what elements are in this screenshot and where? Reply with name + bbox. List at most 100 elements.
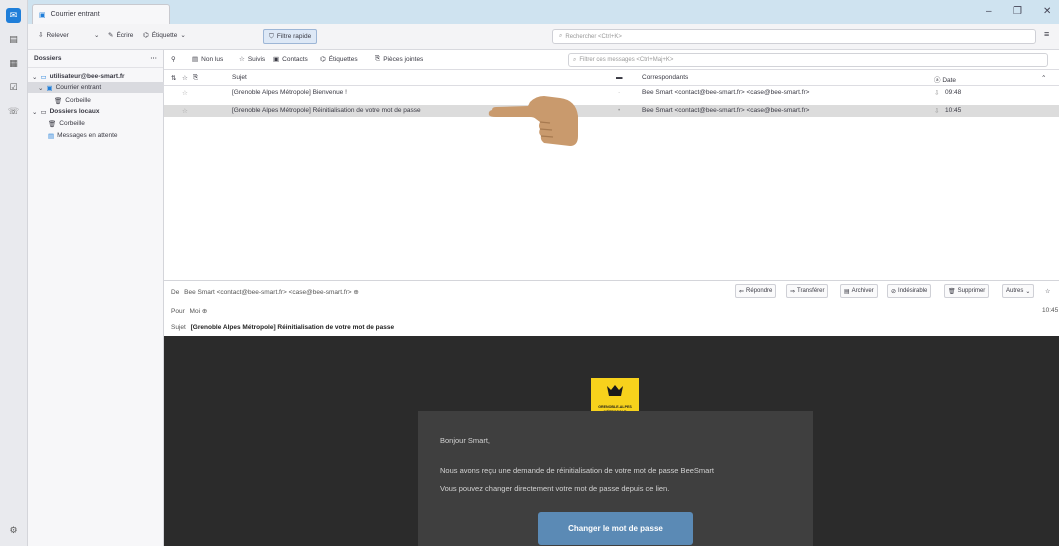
local-trash-label: Corbeille	[59, 120, 85, 127]
to-line: Pour Moi ⊕	[171, 307, 207, 315]
more-button[interactable]: Autres ⌄	[1002, 284, 1035, 298]
message-header-pane: De Bee Smart <contact@bee-smart.fr> <cas…	[164, 280, 1059, 336]
reply-label: Répondre	[746, 288, 773, 294]
folder-pane-title: Dossiers	[34, 55, 62, 62]
forward-button[interactable]: ⇒ Transférer	[786, 284, 829, 298]
calendar-icon[interactable]: ▦	[6, 56, 21, 71]
settings-gear-icon[interactable]: ⚙	[6, 523, 21, 538]
date-column-header[interactable]: ⓐ Date	[934, 74, 956, 84]
read-dot-icon[interactable]: ·	[618, 89, 620, 96]
subject-label: Sujet	[171, 324, 186, 331]
trash-icon: 🗑	[948, 288, 956, 295]
starred-label: Suivis	[247, 55, 266, 63]
search-icon: ⌕	[573, 56, 577, 63]
folder-local-trash[interactable]: 🗑 Corbeille	[48, 118, 85, 129]
folder-icon: ▭	[40, 108, 47, 116]
forward-icon: ⇒	[790, 288, 796, 295]
filter-attachments-button[interactable]: ⎘ Pièces jointes	[375, 55, 423, 63]
write-button[interactable]: ✎ Écrire	[108, 31, 133, 40]
attachment-column-icon[interactable]: ⎘	[193, 74, 198, 82]
filter-tags-button[interactable]: ⌬ Étiquettes	[320, 55, 358, 64]
from-value[interactable]: Bee Smart <contact@bee-smart.fr> <case@b…	[184, 289, 351, 296]
star-icon[interactable]: ☆	[182, 107, 188, 115]
unread-label: Non lus	[201, 55, 224, 63]
mail-space-icon[interactable]: ✉	[6, 8, 21, 23]
more-options-icon[interactable]: ···	[151, 55, 158, 62]
paperclip-icon: ⎘	[375, 55, 381, 62]
restore-button[interactable]: ❐	[1013, 6, 1022, 17]
reply-button[interactable]: ⇐ Répondre	[735, 284, 777, 298]
message-subject: [Grenoble Alpes Métropole] Bienvenue !	[232, 89, 347, 96]
outbox-label: Messages en attente	[57, 132, 118, 139]
read-status-column-icon[interactable]: ▬	[616, 74, 623, 81]
junk-icon: ⊘	[891, 288, 897, 295]
filter-icon: ⛉	[269, 32, 274, 40]
address-book-icon[interactable]: ▤	[6, 32, 21, 47]
inbox-icon: ▣	[39, 11, 46, 19]
tasks-icon[interactable]: ☑	[6, 80, 21, 95]
folder-outbox[interactable]: ▤ Messages en attente	[48, 130, 118, 141]
subject-column-header[interactable]: Sujet	[232, 74, 247, 81]
read-dot-icon[interactable]: •	[618, 107, 620, 114]
chevron-down-icon: ⌄	[32, 108, 38, 116]
message-subject: [Grenoble Alpes Métropole] Réinitialisat…	[232, 107, 421, 114]
quick-filter-button[interactable]: ⛉ Filtre rapide	[263, 29, 318, 44]
contact-info-icon[interactable]: ⊕	[202, 308, 207, 315]
star-icon[interactable]: ☆	[182, 89, 188, 97]
get-messages-dropdown[interactable]: ⌄	[94, 31, 99, 39]
pin-icon[interactable]: ⚲	[171, 55, 176, 63]
thread-column-icon[interactable]: ⇅	[171, 74, 176, 82]
chevron-down-icon: ⌄	[94, 32, 100, 39]
correspondents-column-header[interactable]: Correspondants	[642, 74, 688, 81]
filter-starred-button[interactable]: ☆ Suivis	[239, 55, 266, 64]
message-date: 10:45	[945, 107, 962, 114]
app-menu-icon[interactable]: ≡	[1044, 29, 1049, 39]
column-picker-icon[interactable]: ⌃	[1041, 74, 1046, 82]
from-label: De	[171, 289, 180, 296]
message-time: 10:45	[1042, 307, 1059, 314]
folder-trash[interactable]: 🗑 Corbeille	[54, 95, 91, 106]
logo-text-1: GRENOBLE-ALPES	[598, 405, 632, 409]
quick-filter-label: Filtre rapide	[276, 33, 312, 40]
message-row[interactable]: ☆ [Grenoble Alpes Métropole] Réinitialis…	[164, 105, 1059, 117]
delete-button[interactable]: 🗑 Supprimer	[944, 284, 990, 298]
filter-contacts-button[interactable]: ▣ Contacts	[273, 55, 308, 64]
junk-button[interactable]: ⊘ Indésirable	[887, 284, 932, 298]
message-filter-input[interactable]: ⌕ Filtrer ces messages <Ctrl+Maj+K>	[568, 53, 1048, 67]
get-messages-button[interactable]: ⇩ Relever	[38, 31, 69, 40]
date-label: Date	[942, 77, 957, 84]
tag-icon: ⌬	[320, 56, 326, 63]
pencil-icon: ✎	[108, 32, 114, 39]
archive-button[interactable]: ▤ Archiver	[840, 284, 878, 298]
message-date: 09:48	[945, 89, 962, 96]
chevron-down-icon: ⌄	[32, 73, 38, 81]
folder-account[interactable]: ⌄ ▭ utilisateur@bee-smart.fr	[32, 71, 125, 82]
unread-icon: ▤	[192, 56, 199, 63]
search-placeholder: Rechercher <Ctrl+K>	[565, 33, 622, 40]
contact-info-icon[interactable]: ⊕	[353, 289, 358, 296]
tag-button[interactable]: ⌬ Étiquette ⌄	[143, 31, 186, 40]
subject-value: [Grenoble Alpes Métropole] Réinitialisat…	[190, 324, 395, 331]
tab-title: Courrier entrant	[50, 11, 100, 18]
tab-inbox[interactable]: ▣ Courrier entrant	[32, 4, 170, 24]
forward-label: Transférer	[797, 288, 825, 294]
close-button[interactable]: ✕	[1043, 6, 1051, 17]
folder-local-folders[interactable]: ⌄ ▭ Dossiers locaux	[32, 106, 99, 117]
to-value[interactable]: Moi	[190, 308, 200, 315]
tag-icon: ⌬	[143, 32, 149, 39]
trash-icon: 🗑	[54, 97, 63, 105]
star-column-icon[interactable]: ☆	[182, 74, 188, 82]
trash-label: Corbeille	[65, 97, 91, 104]
pointing-hand-icon	[488, 96, 578, 146]
delete-label: Supprimer	[957, 288, 986, 294]
change-password-button[interactable]: Changer le mot de passe	[538, 512, 693, 545]
mail-status-icon: ⇩	[934, 108, 940, 115]
message-row[interactable]: ☆ [Grenoble Alpes Métropole] Bienvenue !…	[164, 87, 1059, 99]
chat-icon[interactable]: ☏	[6, 104, 21, 119]
app-rail: ✉ ▤ ▦ ☑ ☏ ⚙	[0, 0, 28, 546]
star-message-icon[interactable]: ☆	[1042, 284, 1053, 298]
global-search-input[interactable]: ⌕ Rechercher <Ctrl+K>	[552, 29, 1036, 44]
minimize-button[interactable]: –	[986, 6, 992, 17]
folder-inbox[interactable]: ⌄ ▣ Courrier entrant	[28, 82, 164, 93]
filter-unread-button[interactable]: ▤ Non lus	[192, 55, 224, 64]
